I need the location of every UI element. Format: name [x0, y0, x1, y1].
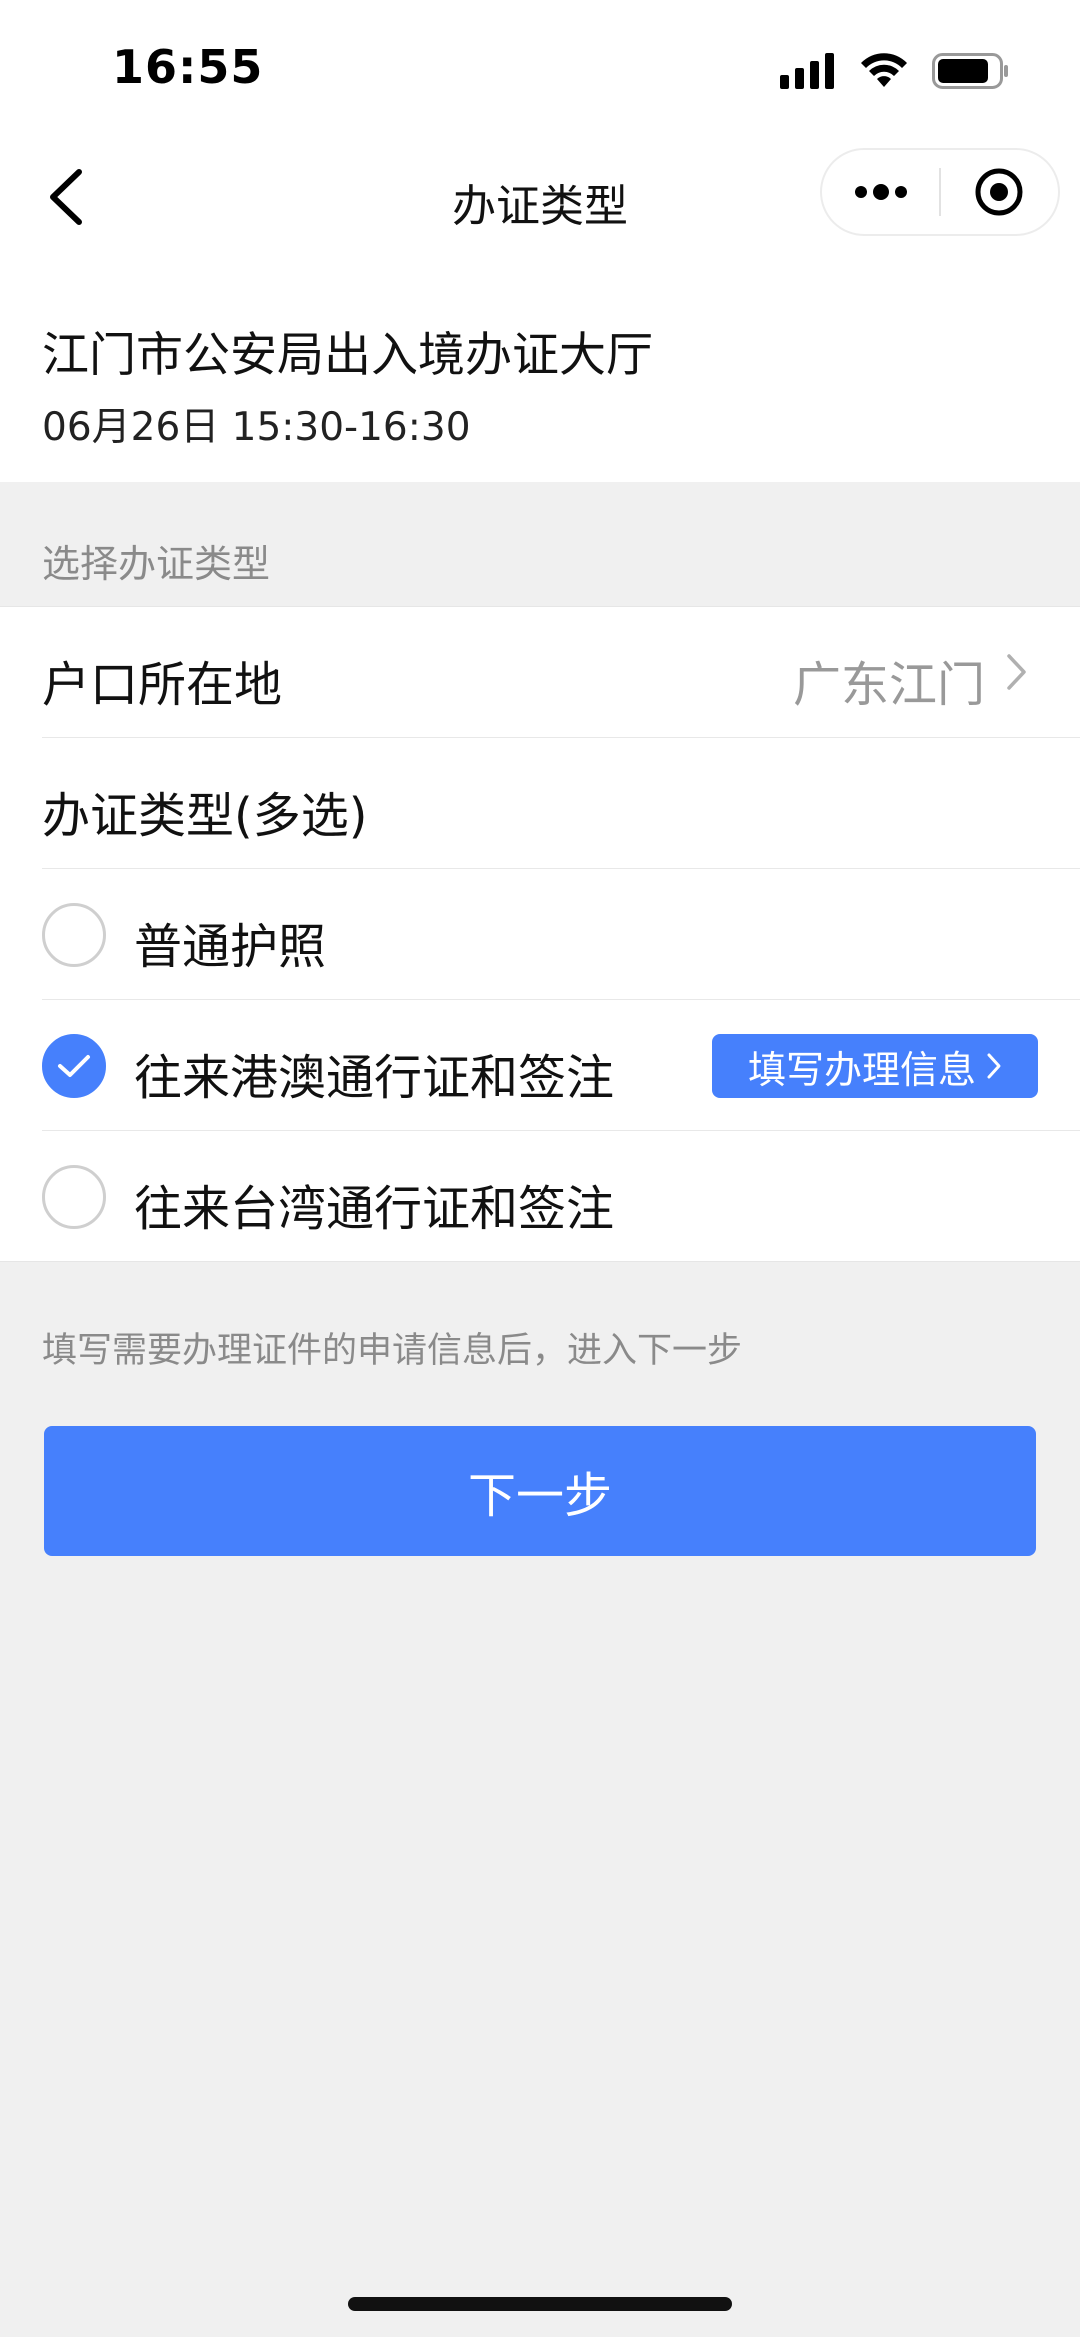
checkmark-icon — [58, 1055, 90, 1077]
more-dots-icon — [854, 184, 907, 200]
record-target-icon — [975, 168, 1023, 216]
status-icons — [780, 48, 1010, 94]
type-heading: 办证类型(多选) — [42, 788, 368, 844]
more-button[interactable] — [822, 150, 939, 234]
cellular-signal-icon — [780, 53, 834, 89]
household-label: 户口所在地 — [42, 657, 283, 713]
appointment-card: 江门市公安局出入境办证大厅 06月26日 15:30-16:30 — [0, 256, 1080, 482]
status-bar: 16:55 — [0, 0, 1080, 140]
chevron-right-icon — [1007, 654, 1026, 690]
hall-name: 江门市公安局出入境办证大厅 — [42, 328, 653, 383]
section-label: 选择办证类型 — [42, 542, 271, 586]
household-value: 广东江门 — [792, 657, 985, 713]
fill-info-button[interactable]: 填写办理信息 — [712, 1034, 1038, 1098]
close-mini-program-button[interactable] — [941, 150, 1058, 234]
next-step-button[interactable]: 下一步 — [44, 1426, 1036, 1556]
household-row[interactable]: 户口所在地 广东江门 — [0, 607, 1080, 738]
option-label: 往来港澳通行证和签注 — [134, 1050, 615, 1106]
option-row-passport[interactable]: 普通护照 — [0, 869, 1080, 1000]
form-card: 户口所在地 广东江门 办证类型(多选) 普通护照 往来港澳通行证和签注 填写办理… — [0, 606, 1080, 1262]
fill-info-label: 填写办理信息 — [747, 1047, 976, 1092]
appointment-time: 06月26日 15:30-16:30 — [42, 405, 471, 450]
home-indicator[interactable] — [348, 2297, 732, 2311]
radio-unchecked[interactable] — [42, 903, 106, 967]
mini-program-capsule — [820, 148, 1060, 236]
type-heading-row: 办证类型(多选) — [0, 738, 1080, 869]
option-row-hk-macao[interactable]: 往来港澳通行证和签注 填写办理信息 — [0, 1000, 1080, 1131]
hint-text: 填写需要办理证件的申请信息后，进入下一步 — [42, 1331, 743, 1371]
radio-unchecked[interactable] — [42, 1165, 106, 1229]
option-label: 往来台湾通行证和签注 — [134, 1181, 615, 1237]
option-row-taiwan[interactable]: 往来台湾通行证和签注 — [0, 1131, 1080, 1262]
chevron-right-icon — [987, 1053, 1001, 1079]
wifi-icon — [861, 53, 907, 87]
radio-checked[interactable] — [42, 1034, 106, 1098]
option-label: 普通护照 — [134, 919, 327, 975]
battery-icon — [932, 53, 1008, 89]
nav-bar: 办证类型 — [0, 140, 1080, 256]
status-time: 16:55 — [112, 40, 264, 94]
